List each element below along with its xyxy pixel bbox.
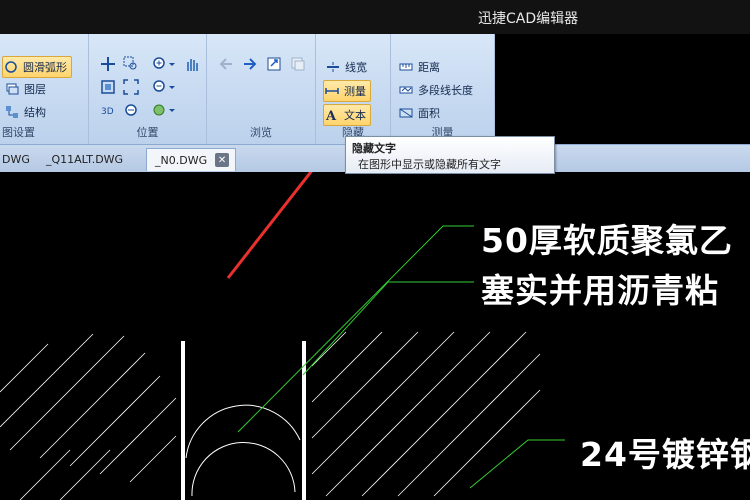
- zoom-out-button[interactable]: [151, 80, 177, 98]
- zoom-in-icon: [152, 56, 176, 76]
- group-label-drawing-settings: 图设置: [2, 126, 35, 139]
- distance-icon: [398, 59, 414, 75]
- smooth-arc-icon: [3, 59, 19, 75]
- svg-text:A: A: [325, 109, 337, 122]
- tooltip-title: 隐藏文字: [352, 142, 396, 155]
- pan-icon: [100, 56, 116, 76]
- cad-annotation-text-3: 24号镀锌钢: [580, 435, 750, 474]
- polyline-length-button[interactable]: 多段线长度: [398, 80, 473, 100]
- group-label-browse: 浏览: [250, 126, 272, 139]
- tab-dwg-label: DWG: [2, 152, 30, 166]
- layers-icon: [4, 81, 20, 97]
- ribbon: 圆滑弧形 图层 结构 图设置 3D 位置 浏览 线宽 测量 A 文本 隐藏 距离…: [0, 34, 750, 145]
- title-bar: 迅捷CAD编辑器: [0, 0, 750, 34]
- measure-toggle-button[interactable]: 测量: [323, 80, 371, 102]
- ribbon-group-measure: 距离 多段线长度 面积 测量: [391, 34, 495, 144]
- fit-icon: [100, 79, 116, 99]
- measure-toggle-label: 测量: [344, 85, 366, 98]
- tab-n0-label: _N0.DWG: [155, 153, 208, 167]
- tab-q11alt[interactable]: _Q11ALT.DWG: [46, 148, 123, 170]
- structure-button[interactable]: 结构: [4, 102, 46, 122]
- app-title: 迅捷CAD编辑器: [478, 11, 579, 27]
- back-arrow-icon: [218, 56, 234, 76]
- ribbon-group-drawing-settings: 圆滑弧形 图层 结构 图设置: [0, 34, 89, 144]
- ribbon-group-hide: 线宽 测量 A 文本 隐藏: [316, 34, 391, 144]
- layers-button[interactable]: 图层: [4, 79, 46, 99]
- text-toggle-label: 文本: [344, 109, 366, 122]
- refresh-icon: [266, 56, 282, 76]
- copy-view-icon: [290, 56, 306, 76]
- hide-text-tooltip: 隐藏文字 在图形中显示或隐藏所有文字: [345, 136, 555, 174]
- close-icon[interactable]: ✕: [215, 153, 230, 167]
- tab-dwg[interactable]: DWG: [0, 148, 30, 170]
- area-icon: [398, 105, 414, 121]
- forward-arrow-icon: [242, 56, 258, 76]
- tab-q11alt-label: _Q11ALT.DWG: [46, 152, 124, 166]
- polyline-length-icon: [398, 82, 414, 98]
- zoom-window-icon: [123, 56, 139, 76]
- group-label-position: 位置: [136, 126, 159, 139]
- hand-icon: [184, 56, 200, 76]
- ribbon-empty-area: [495, 34, 750, 144]
- cad-annotation-text-2: 塞实并用沥青粘: [481, 271, 719, 310]
- distance-label: 距离: [418, 61, 440, 74]
- distance-button[interactable]: 距离: [398, 57, 440, 77]
- smooth-arc-button[interactable]: 圆滑弧形: [2, 56, 72, 78]
- hand-button[interactable]: [183, 57, 201, 75]
- structure-icon: [4, 104, 20, 120]
- ribbon-group-position: 3D 位置: [89, 34, 207, 144]
- layers-label: 图层: [24, 83, 46, 96]
- polyline-length-label: 多段线长度: [418, 84, 473, 97]
- area-label: 面积: [418, 107, 440, 120]
- ribbon-group-browse: 浏览: [207, 34, 316, 144]
- zoom-extents-icon: [123, 79, 139, 99]
- zoom-out-icon: [152, 79, 176, 99]
- measure-icon: [324, 83, 340, 99]
- orbit-icon: [152, 102, 176, 122]
- fit-button[interactable]: [99, 80, 117, 98]
- smooth-arc-label: 圆滑弧形: [23, 61, 67, 74]
- text-icon: A: [324, 107, 340, 123]
- line-width-label: 线宽: [345, 61, 367, 74]
- zoom-in-button[interactable]: [151, 57, 177, 75]
- forward-button[interactable]: [241, 57, 259, 75]
- pan-button[interactable]: [99, 57, 117, 75]
- tab-n0[interactable]: _N0.DWG ✕: [146, 148, 237, 171]
- zoom-prev-button[interactable]: [122, 103, 140, 121]
- copy-view-button[interactable]: [289, 57, 307, 75]
- zoom-window-button[interactable]: [122, 56, 140, 76]
- cad-annotation-text-1: 50厚软质聚氯乙: [481, 221, 733, 260]
- line-width-button[interactable]: 线宽: [325, 57, 367, 77]
- line-width-icon: [325, 59, 341, 75]
- refresh-button[interactable]: [265, 57, 283, 75]
- zoom-prev-icon: [123, 102, 139, 122]
- structure-label: 结构: [24, 106, 46, 119]
- tooltip-description: 在图形中显示或隐藏所有文字: [358, 158, 501, 171]
- area-button[interactable]: 面积: [398, 103, 440, 123]
- rotate-3d-button[interactable]: 3D: [99, 103, 117, 121]
- back-button[interactable]: [217, 57, 235, 75]
- svg-text:3D: 3D: [101, 107, 114, 117]
- zoom-extents-button[interactable]: [122, 79, 140, 99]
- text-toggle-button[interactable]: A 文本: [323, 104, 371, 126]
- orbit-button[interactable]: [151, 103, 177, 121]
- rotate-3d-icon: 3D: [100, 102, 116, 122]
